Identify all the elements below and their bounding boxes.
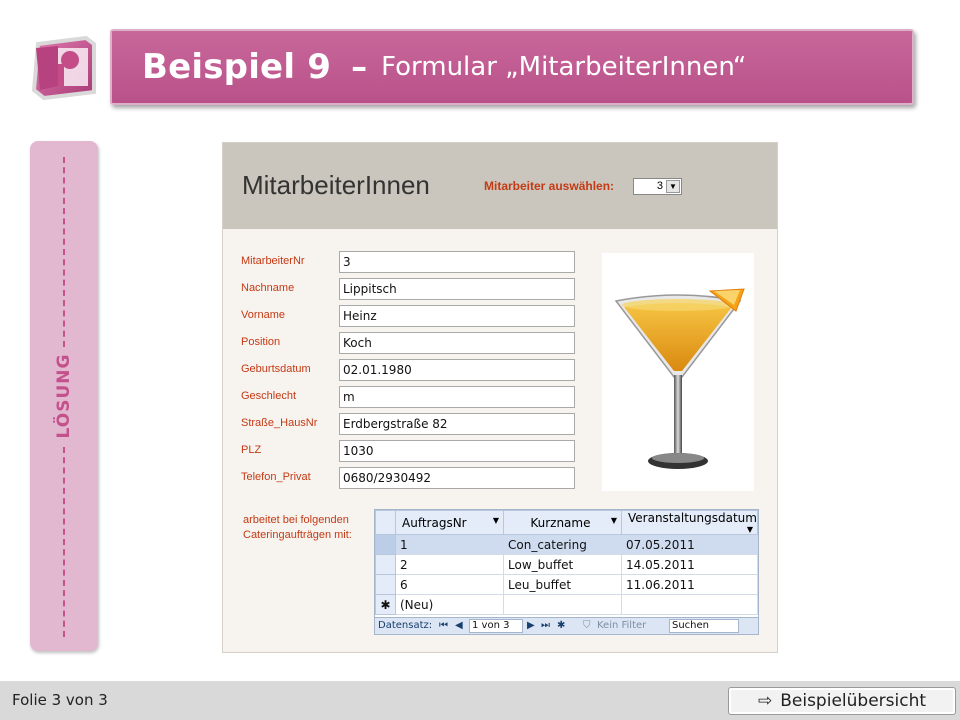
slide-title: Beispiel 9 [142,47,332,87]
field-label-nachname: Nachname [241,282,295,294]
field-label-strasse: Straße_HausNr [241,417,318,429]
field-label-mitarbeiternr: MitarbeiterNr [241,255,305,267]
field-label-position: Position [241,336,281,348]
last-record-icon[interactable]: ⏭ [541,620,550,631]
table-cell[interactable] [503,594,622,615]
arrow-right-icon: ⇨ [757,691,773,711]
title-separator: – [351,48,368,86]
strasse-field[interactable]: Erdbergstraße 82 [339,413,575,435]
field-label-geschlecht: Geschlecht [241,390,297,402]
title-banner: Beispiel 9 – Formular „MitarbeiterInnen“ [110,29,914,105]
table-cell[interactable]: 14.05.2011 [621,554,758,575]
access-form: MitarbeiterInnen Mitarbeiter auswählen: … [222,142,778,653]
filter-toggle[interactable]: Kein Filter [597,620,646,631]
column-header-kurzname[interactable]: Kurzname ▼ [503,510,622,535]
column-header-veranstaltungsdatum[interactable]: Veranstaltungsdatum ▼ [621,510,758,535]
table-cell[interactable]: Leu_buffet [503,574,622,595]
table-cell[interactable]: 1 [395,534,504,555]
first-record-icon[interactable]: ⏮ [439,620,448,631]
geschlecht-field[interactable]: m [339,386,575,408]
access-logo-icon [30,34,98,101]
record-position-input[interactable]: 1 von 3 [469,619,523,633]
new-record-icon: ✱ [375,594,396,615]
table-cell[interactable]: Con_catering [503,534,622,555]
field-label-geburtsdatum: Geburtsdatum [241,363,311,375]
column-header-label: AuftragsNr [402,515,467,530]
position-field[interactable]: Koch [339,332,575,354]
table-cell[interactable]: 07.05.2011 [621,534,758,555]
chevron-down-icon[interactable]: ▼ [611,516,617,525]
table-cell[interactable]: 2 [395,554,504,575]
nachname-field[interactable]: Lippitsch [339,278,575,300]
form-title: MitarbeiterInnen [242,170,430,200]
table-row[interactable]: 6 Leu_buffet 11.06.2011 [375,574,758,595]
slide-subtitle: Formular „MitarbeiterInnen“ [381,52,747,82]
row-selector[interactable] [375,534,396,555]
chevron-down-icon[interactable]: ▼ [747,525,753,534]
subform-label-line-2: Cateringaufträgen mit: [243,529,352,541]
solution-label: LÖSUNG [54,353,74,439]
geburtsdatum-field[interactable]: 02.01.1980 [339,359,575,381]
filter-icon[interactable]: ⛉ [583,620,591,631]
vorname-field[interactable]: Heinz [339,305,575,327]
table-cell[interactable]: 11.06.2011 [621,574,758,595]
example-overview-label: Beispielübersicht [780,691,927,711]
table-cell[interactable]: 6 [395,574,504,595]
employee-select[interactable]: 3 ▼ [633,178,682,195]
employee-select-label: Mitarbeiter auswählen: [484,179,615,193]
slide-counter: Folie 3 von 3 [12,691,108,709]
field-label-plz: PLZ [241,444,262,456]
chevron-down-icon[interactable]: ▼ [666,180,680,193]
field-label-vorname: Vorname [241,309,286,321]
slide-footer: Folie 3 von 3 ⇨ Beispielübersicht [0,681,960,720]
search-input[interactable]: Suchen [669,619,739,633]
column-header-label: Veranstaltungsdatum [628,511,757,525]
row-selector[interactable] [375,574,396,595]
sidebar-dash-bottom [63,447,65,637]
column-header-label: Kurzname [530,515,591,530]
chevron-down-icon[interactable]: ▼ [493,516,499,525]
record-navigation-bar: Datensatz: ⏮ ◀ 1 von 3 ▶ ⏭ ✱ ⛉ Kein Filt… [374,617,759,635]
select-all-corner[interactable] [375,510,396,535]
new-record-nav-icon[interactable]: ✱ [557,620,565,631]
table-cell[interactable]: Low_buffet [503,554,622,575]
telefon-field[interactable]: 0680/2930492 [339,467,575,489]
mitarbeiternr-field[interactable]: 3 [339,251,575,273]
record-nav-label: Datensatz: [378,620,433,631]
plz-field[interactable]: 1030 [339,440,575,462]
employee-select-value: 3 [656,180,663,192]
cocktail-glass-image [602,253,754,491]
table-row[interactable]: 2 Low_buffet 14.05.2011 [375,554,758,575]
subform-label: arbeitet bei folgenden Cateringaufträgen… [243,513,352,543]
table-cell[interactable] [621,594,758,615]
new-record-row[interactable]: ✱ (Neu) [375,594,758,615]
sidebar-dash-top [63,157,65,347]
subform-label-line-1: arbeitet bei folgenden [243,514,349,526]
column-header-auftragsnr[interactable]: AuftragsNr ▼ [395,510,504,535]
next-record-icon[interactable]: ▶ [527,620,535,631]
table-row[interactable]: 1 Con_catering 07.05.2011 [375,534,758,555]
field-label-telefon: Telefon_Privat [241,471,311,483]
row-selector[interactable] [375,554,396,575]
example-overview-button[interactable]: ⇨ Beispielübersicht [728,687,956,715]
new-record-label[interactable]: (Neu) [395,594,504,615]
previous-record-icon[interactable]: ◀ [455,620,463,631]
